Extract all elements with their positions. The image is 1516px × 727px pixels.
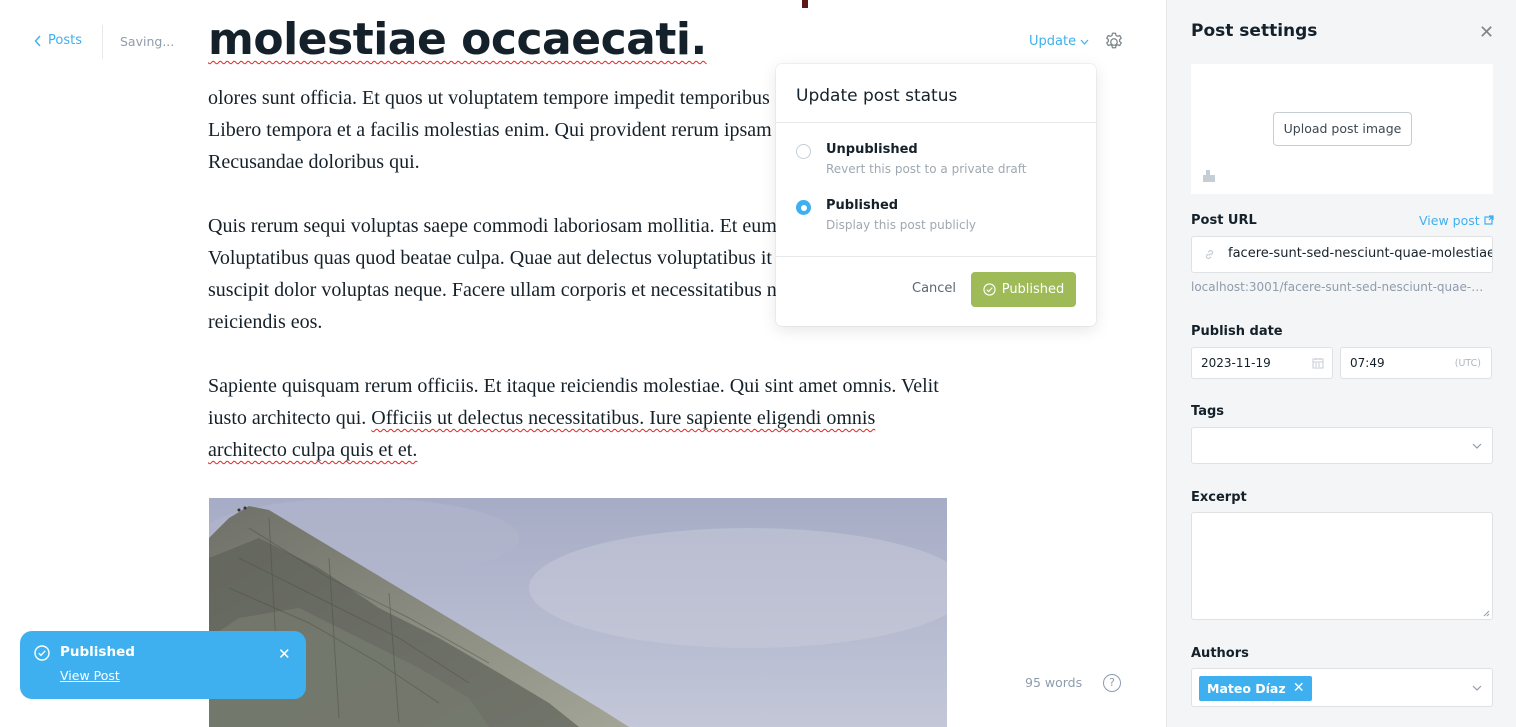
toast-title: Published — [60, 644, 135, 660]
check-circle-icon — [34, 645, 50, 661]
published-button-label: Published — [1001, 282, 1065, 297]
published-radio[interactable] — [796, 200, 811, 215]
back-to-posts-link[interactable]: Posts — [34, 33, 82, 48]
publish-time-input[interactable]: 07:49 (UTC) — [1340, 347, 1492, 379]
post-title[interactable]: molestiae occaecati. — [208, 8, 707, 72]
author-name: Mateo Díaz — [1207, 681, 1286, 696]
post-url-label: Post URL — [1191, 213, 1257, 228]
save-status: Saving... — [120, 34, 175, 49]
image-icon — [1203, 170, 1215, 182]
published-button[interactable]: Published — [971, 272, 1076, 307]
close-icon[interactable]: ✕ — [278, 645, 291, 663]
authors-label: Authors — [1191, 646, 1249, 661]
resize-handle-icon[interactable] — [1483, 610, 1490, 617]
url-preview: localhost:3001/facere-sunt-sed-nesciunt-… — [1191, 280, 1491, 294]
authors-input[interactable]: Mateo Díaz ✕ — [1191, 668, 1493, 707]
post-settings-panel: Post settings ✕ Upload post image Post U… — [1166, 0, 1516, 727]
publish-date-label: Publish date — [1191, 324, 1283, 339]
upload-image-button[interactable]: Upload post image — [1273, 112, 1412, 146]
back-link-label: Posts — [48, 33, 82, 48]
close-icon[interactable]: ✕ — [1479, 22, 1494, 43]
view-post-label: View post — [1419, 213, 1480, 228]
chevron-left-icon — [34, 35, 41, 46]
post-image[interactable] — [209, 498, 947, 727]
date-value: 2023-11-19 — [1201, 356, 1271, 370]
time-value: 07:49 — [1350, 356, 1385, 370]
feature-image-area[interactable]: Upload post image — [1191, 64, 1493, 194]
view-post-link[interactable]: View Post — [60, 668, 120, 683]
help-icon[interactable]: ? — [1103, 674, 1121, 692]
option-label: Unpublished — [826, 142, 918, 157]
word-count: 95 words — [1025, 675, 1083, 690]
title-previous-line — [208, 0, 898, 4]
post-url-input[interactable]: facere-sunt-sed-nesciunt-quae-molestiae-… — [1191, 236, 1493, 273]
url-slug-value: facere-sunt-sed-nesciunt-quae-molestiae-… — [1228, 246, 1492, 261]
published-toast: Published View Post ✕ — [20, 631, 306, 699]
unpublished-radio[interactable] — [796, 144, 811, 159]
excerpt-label: Excerpt — [1191, 490, 1247, 505]
remove-author-icon[interactable]: ✕ — [1293, 676, 1305, 701]
paragraph-line: iusto architecto qui. Officiis ut delect… — [208, 407, 876, 429]
link-icon — [1205, 249, 1214, 260]
view-post-link[interactable]: View post — [1419, 213, 1494, 228]
timezone-label: (UTC) — [1454, 358, 1481, 369]
calendar-icon — [1312, 358, 1324, 369]
paragraph-line: Sapiente quisquam rerum officiis. Et ita… — [208, 375, 939, 397]
chevron-down-icon — [1472, 685, 1482, 691]
body-paragraph[interactable]: Sapiente quisquam rerum officiis. Et ita… — [208, 370, 968, 466]
update-status-popover: Update post status Unpublished Revert th… — [776, 64, 1096, 326]
publish-date-input[interactable]: 2023-11-19 — [1191, 347, 1333, 379]
option-description: Revert this post to a private draft — [826, 162, 1027, 176]
gear-icon[interactable] — [1103, 31, 1125, 53]
paragraph-line: architecto culpa quis et et. — [208, 439, 418, 461]
update-button[interactable]: Update — [1029, 34, 1089, 49]
tags-label: Tags — [1191, 404, 1225, 419]
chevron-down-icon — [1472, 443, 1482, 449]
option-description: Display this post publicly — [826, 218, 977, 232]
header-divider — [102, 25, 103, 59]
excerpt-textarea[interactable] — [1191, 512, 1493, 620]
cancel-button[interactable]: Cancel — [912, 281, 956, 296]
external-link-icon — [1484, 215, 1494, 225]
chevron-down-icon — [1080, 39, 1089, 45]
text-cursor — [802, 0, 808, 8]
popover-title: Update post status — [796, 86, 958, 106]
panel-title: Post settings — [1191, 21, 1318, 41]
divider — [776, 256, 1096, 257]
divider — [776, 122, 1096, 123]
option-label: Published — [826, 198, 899, 213]
tags-input[interactable] — [1191, 427, 1493, 464]
check-circle-icon — [983, 283, 996, 296]
author-chip[interactable]: Mateo Díaz ✕ — [1199, 676, 1312, 701]
update-label: Update — [1029, 34, 1077, 49]
